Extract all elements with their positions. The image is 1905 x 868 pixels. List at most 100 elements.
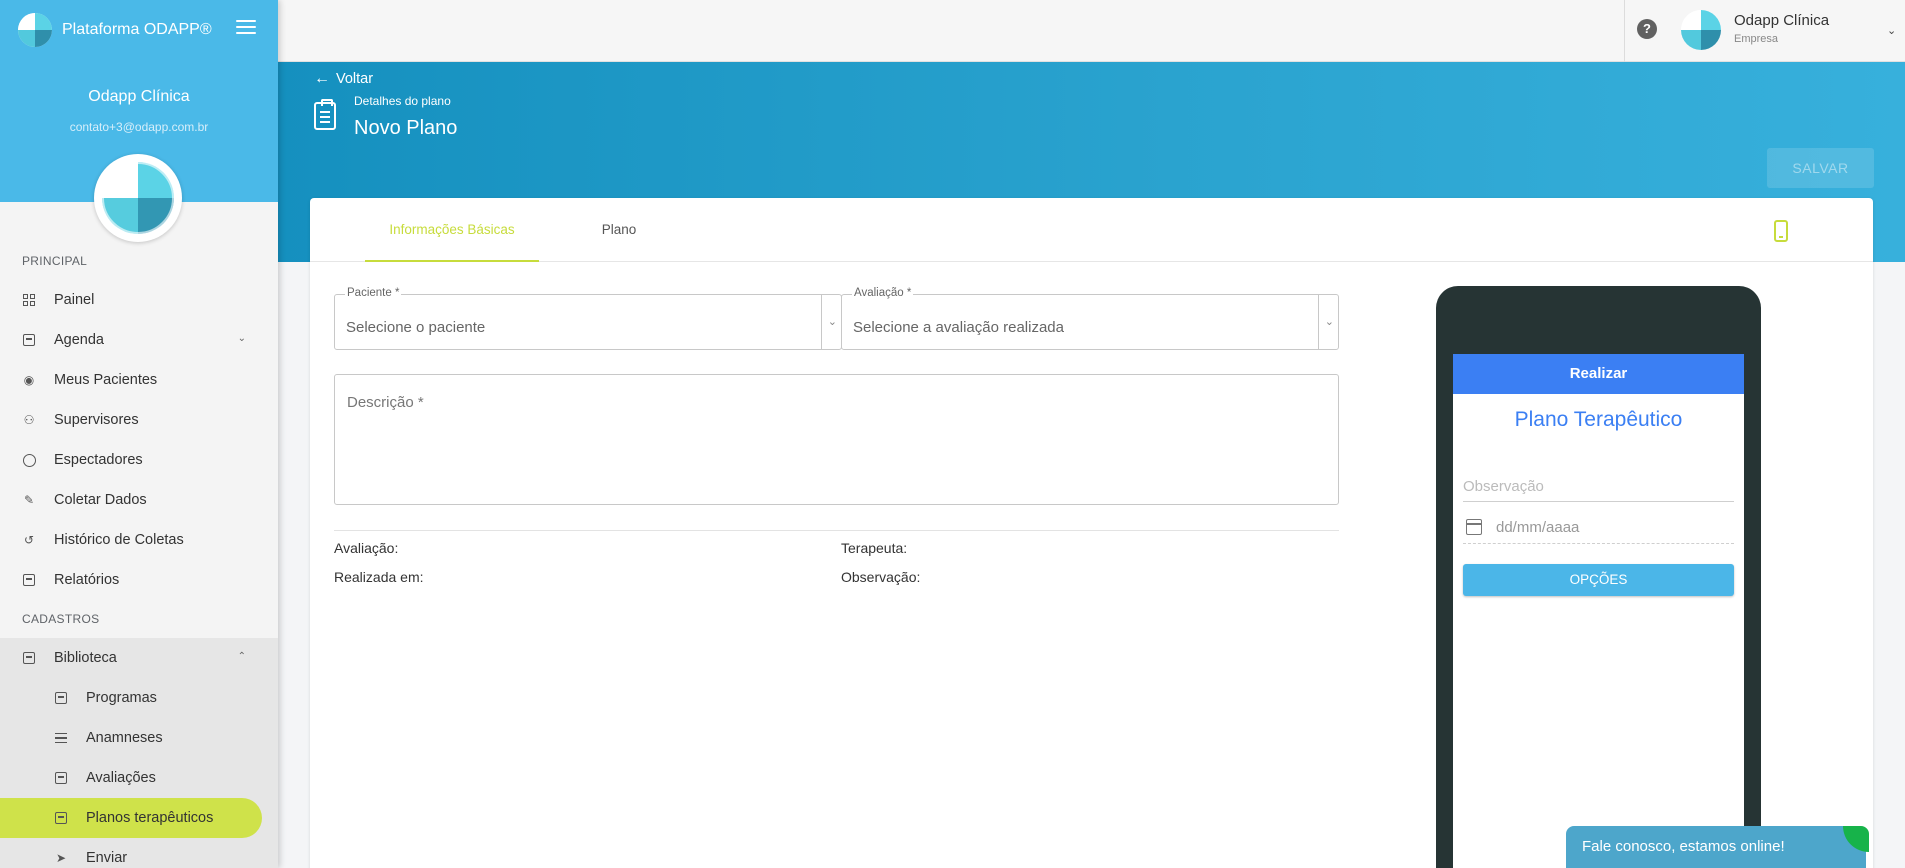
eye-icon: ◉ (23, 373, 35, 387)
hamburger-menu-icon[interactable] (236, 20, 256, 36)
page-title: Novo Plano (354, 117, 458, 139)
sidebar-item-historico-coletas[interactable]: ↺ Histórico de Coletas (0, 520, 278, 560)
arrow-left-icon: ← (314, 70, 330, 87)
sidebar-nav: PRINCIPAL Painel Agenda ⌄ ◉ Meus Pacient… (0, 242, 278, 868)
sidebar-item-coletar-dados[interactable]: ✎ Coletar Dados (0, 480, 278, 520)
sidebar-item-biblioteca[interactable]: Biblioteca ⌃ (0, 638, 278, 678)
sidebar-item-label: Biblioteca (54, 650, 117, 666)
list-icon (54, 731, 68, 745)
users-icon: ⚇ (23, 413, 35, 427)
sidebar-item-label: Histórico de Coletas (54, 532, 184, 548)
sidebar-avatar[interactable] (94, 154, 182, 242)
patient-label: Paciente * (345, 287, 402, 299)
sidebar-item-label: Espectadores (54, 452, 143, 468)
sidebar-submenu-biblioteca: Programas Anamneses Avaliações Planos te… (0, 678, 278, 868)
chevron-down-icon: ⌄ (1324, 316, 1334, 328)
dashboard-icon (22, 293, 36, 307)
select-divider (821, 295, 822, 349)
patient-select[interactable]: Paciente * Selecione o paciente ⌄ (334, 287, 842, 350)
options-button[interactable]: OPÇÕES (1463, 564, 1734, 596)
description-placeholder: Descrição * (347, 394, 424, 411)
page-subtitle: Detalhes do plano (354, 94, 451, 108)
tab-plano[interactable]: Plano (581, 198, 657, 262)
sidebar-item-relatorios[interactable]: Relatórios (0, 560, 278, 600)
sidebar-item-label: Avaliações (86, 770, 156, 786)
sidebar-item-label: Supervisores (54, 412, 139, 428)
sidebar-item-planos-terapeuticos[interactable]: Planos terapêuticos (0, 798, 262, 838)
calendar-icon (1466, 519, 1482, 535)
brand-logo-icon (18, 13, 52, 47)
chevron-up-icon: ⌃ (237, 651, 246, 662)
chat-widget[interactable]: Fale conosco, estamos online! (1566, 826, 1869, 868)
sidebar-item-programas[interactable]: Programas (0, 678, 278, 718)
sidebar-item-espectadores[interactable]: Espectadores (0, 440, 278, 480)
sidebar-section-principal: PRINCIPAL (22, 254, 88, 268)
save-button[interactable]: SALVAR (1767, 148, 1874, 188)
back-link[interactable]: ← Voltar (314, 70, 373, 88)
plan-card: Informações Básicas Plano Paciente * Sel… (310, 198, 1873, 868)
sidebar-item-agenda[interactable]: Agenda ⌄ (0, 320, 278, 360)
org-avatar[interactable] (1681, 10, 1721, 50)
tab-informacoes-basicas[interactable]: Informações Básicas (365, 198, 539, 262)
sidebar-item-label: Coletar Dados (54, 492, 147, 508)
brand[interactable]: Plataforma ODAPP® (18, 12, 212, 48)
phone-screen: Realizar Plano Terapêutico Observação dd… (1453, 354, 1744, 868)
phone-header: Realizar (1453, 354, 1744, 394)
chat-label: Fale conosco, estamos online! (1582, 838, 1785, 855)
document-icon (54, 691, 68, 705)
info-realizada-em: Realizada em: (334, 569, 424, 585)
description-textarea[interactable]: Descrição * (334, 374, 1339, 505)
observation-input[interactable]: Observação (1463, 474, 1734, 502)
org-type: Empresa (1734, 33, 1779, 45)
sidebar-item-enviar[interactable]: ➤ Enviar (0, 838, 278, 868)
sidebar-item-avaliacoes[interactable]: Avaliações (0, 758, 278, 798)
tab-bar: Informações Básicas Plano (310, 198, 1873, 262)
library-icon (22, 651, 36, 665)
sidebar-item-label: Planos terapêuticos (86, 810, 214, 826)
sidebar-item-label: Anamneses (86, 730, 163, 746)
phone-preview: Realizar Plano Terapêutico Observação dd… (1436, 286, 1761, 868)
evaluation-label: Avaliação * (852, 287, 914, 299)
sidebar-item-painel[interactable]: Painel (0, 280, 278, 320)
select-divider (1318, 295, 1319, 349)
history-icon: ↺ (23, 533, 35, 547)
sidebar-item-supervisores[interactable]: ⚇ Supervisores (0, 400, 278, 440)
send-icon: ➤ (55, 851, 67, 865)
face-icon (22, 453, 36, 467)
evaluation-select[interactable]: Avaliação * Selecione a avaliação realiz… (841, 287, 1339, 350)
help-icon[interactable]: ? (1637, 19, 1657, 39)
info-terapeuta: Terapeuta: (841, 540, 908, 556)
info-avaliacao: Avaliação: (334, 540, 399, 556)
sidebar-item-label: Relatórios (54, 572, 120, 588)
sidebar-item-label: Programas (86, 690, 157, 706)
divider (334, 530, 1339, 531)
clipboard-icon (314, 99, 336, 130)
topbar-divider (1624, 0, 1625, 62)
brand-name: Plataforma ODAPP® (62, 21, 212, 38)
date-placeholder: dd/mm/aaaa (1496, 519, 1580, 536)
sidebar: Plataforma ODAPP® Odapp Clínica contato+… (0, 0, 278, 868)
patient-value: Selecione o paciente (346, 319, 486, 336)
sidebar-item-label: Enviar (86, 850, 128, 866)
sidebar-item-anamneses[interactable]: Anamneses (0, 718, 278, 758)
sidebar-section-cadastros: CADASTROS (22, 612, 100, 626)
clipboard-icon (54, 771, 68, 785)
evaluation-value: Selecione a avaliação realizada (853, 319, 1064, 336)
sidebar-item-label: Meus Pacientes (54, 372, 158, 388)
chevron-down-icon[interactable]: ⌄ (1887, 24, 1896, 37)
date-input[interactable]: dd/mm/aaaa (1463, 514, 1734, 544)
phone-title: Plano Terapêutico (1514, 408, 1683, 431)
sidebar-item-meus-pacientes[interactable]: ◉ Meus Pacientes (0, 360, 278, 400)
sidebar-item-label: Painel (54, 292, 95, 308)
report-icon (22, 573, 36, 587)
back-label: Voltar (336, 71, 374, 87)
observation-placeholder: Observação (1463, 478, 1544, 495)
topbar: ? Odapp Clínica Empresa ⌄ (278, 0, 1905, 62)
org-name[interactable]: Odapp Clínica (1734, 12, 1829, 29)
sidebar-item-label: Agenda (54, 332, 104, 348)
smartphone-icon[interactable] (1774, 220, 1788, 242)
sidebar-user-email: contato+3@odapp.com.br (69, 120, 209, 134)
pencil-icon: ✎ (23, 493, 35, 507)
calendar-icon (22, 333, 36, 347)
plan-icon (54, 811, 68, 825)
